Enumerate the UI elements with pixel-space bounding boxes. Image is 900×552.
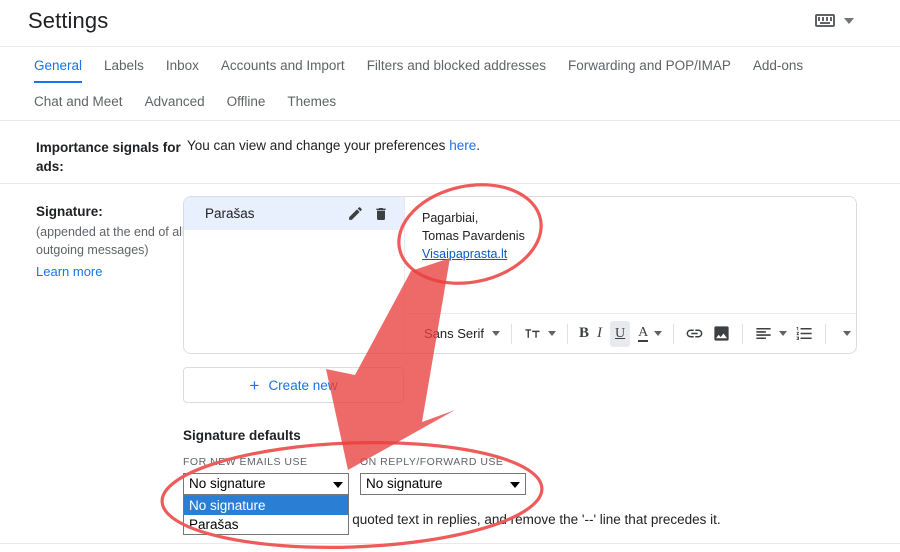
signature-defaults-title: Signature defaults <box>183 428 301 443</box>
chevron-down-icon <box>654 331 663 336</box>
chevron-down-icon[interactable] <box>844 17 854 24</box>
tab-add-ons[interactable]: Add-ons <box>753 47 803 83</box>
list-button[interactable] <box>791 320 818 348</box>
font-size-icon <box>525 329 540 338</box>
tab-forwarding-and-pop-imap[interactable]: Forwarding and POP/IMAP <box>568 47 731 83</box>
signature-format-toolbar: Sans Serif B I U A <box>406 313 856 353</box>
chevron-down-icon <box>547 331 556 336</box>
importance-signals-text-after: . <box>476 138 480 153</box>
importance-signals-text-before: You can view and change your preferences <box>187 138 450 153</box>
underline-icon: U <box>615 325 626 341</box>
insert-link-button[interactable] <box>681 320 708 348</box>
new-emails-signature-dropdown-list[interactable]: No signature Parašas <box>183 495 349 535</box>
signature-label-block: Signature: (appended at the end of all o… <box>36 202 186 279</box>
settings-tabbar-secondary: Chat and Meet Advanced Offline Themes <box>0 83 900 120</box>
align-left-icon <box>756 327 771 340</box>
signature-content-text[interactable]: Pagarbiai, Tomas Pavardenis Visaipaprast… <box>422 209 525 263</box>
keyboard-shortcuts-control[interactable] <box>815 14 854 27</box>
toolbar-separator <box>825 323 827 344</box>
importance-signals-row: Importance signals for ads: You can view… <box>0 120 900 183</box>
signature-defaults-new-emails-group: FOR NEW EMAILS USE No signature <box>183 456 349 495</box>
bottom-divider <box>0 543 900 544</box>
link-icon <box>686 329 703 338</box>
page-title: Settings <box>28 8 109 33</box>
bold-icon: B <box>578 325 589 341</box>
signature-learn-more-link[interactable]: Learn more <box>36 264 186 279</box>
font-family-label: Sans Serif <box>424 326 484 341</box>
signature-list: Parašas <box>184 197 405 353</box>
font-family-selector[interactable]: Sans Serif <box>420 320 504 348</box>
dropdown-option-no-signature[interactable]: No signature <box>184 496 348 515</box>
signature-item-name: Parašas <box>205 206 255 221</box>
signature-editor-body[interactable]: Pagarbiai, Tomas Pavardenis Visaipaprast… <box>406 197 856 353</box>
plus-icon: + <box>249 375 260 395</box>
signature-defaults-reply-group: ON REPLY/FORWARD USE No signature <box>360 456 526 495</box>
tab-accounts-and-import[interactable]: Accounts and Import <box>221 47 345 83</box>
signature-website-link[interactable]: Visaipaprasta.lt <box>422 247 507 261</box>
importance-signals-label-text: Importance signals for ads: <box>36 140 181 174</box>
create-new-label: Create new <box>268 377 338 393</box>
toolbar-separator <box>566 323 568 344</box>
signature-placement-note: e quoted text in replies, and remove the… <box>341 512 721 527</box>
signature-line-1: Pagarbiai, <box>422 211 479 225</box>
toolbar-separator <box>510 323 512 344</box>
dropdown-option-parasas[interactable]: Parašas <box>184 515 348 534</box>
importance-signals-here-link[interactable]: here <box>449 138 476 153</box>
new-emails-signature-select[interactable]: No signature <box>183 473 349 495</box>
tab-chat-and-meet[interactable]: Chat and Meet <box>34 83 123 120</box>
align-button[interactable] <box>750 320 791 348</box>
chevron-down-icon <box>843 331 852 336</box>
reply-forward-caption: ON REPLY/FORWARD USE <box>360 456 504 468</box>
text-color-icon: A <box>638 324 649 342</box>
italic-icon: I <box>597 325 602 341</box>
tab-themes[interactable]: Themes <box>287 83 336 120</box>
toolbar-separator <box>673 323 675 344</box>
signature-line-2: Tomas Pavardenis <box>422 229 525 243</box>
chevron-down-icon <box>491 331 500 336</box>
signature-list-item[interactable]: Parašas <box>184 197 404 230</box>
tab-inbox[interactable]: Inbox <box>166 47 199 83</box>
settings-page: Settings General Labels Inbox Accounts a… <box>0 0 900 552</box>
tab-offline[interactable]: Offline <box>227 83 266 120</box>
insert-image-button[interactable] <box>708 320 735 348</box>
reply-forward-signature-select[interactable]: No signature <box>360 473 526 495</box>
keyboard-icon[interactable] <box>815 14 835 27</box>
chevron-down-icon <box>779 331 788 336</box>
new-emails-caption: FOR NEW EMAILS USE <box>183 456 308 468</box>
trash-icon[interactable] <box>370 203 392 225</box>
page-header: Settings <box>0 0 900 46</box>
settings-tabbar-primary: General Labels Inbox Accounts and Import… <box>0 46 900 83</box>
signature-label-title: Signature: <box>36 204 103 219</box>
tab-general[interactable]: General <box>34 47 83 83</box>
toolbar-separator <box>742 323 744 344</box>
tab-labels[interactable]: Labels <box>104 47 144 83</box>
underline-button[interactable]: U <box>606 320 634 348</box>
importance-signals-label: Importance signals for ads: <box>36 138 184 176</box>
tab-advanced[interactable]: Advanced <box>145 83 205 120</box>
italic-button[interactable]: I <box>593 320 606 348</box>
font-size-selector[interactable] <box>519 320 560 348</box>
text-color-button[interactable]: A <box>634 320 666 348</box>
signature-editor-card: Parašas Pagarbiai, Tomas Pavardenis Visa… <box>183 196 857 354</box>
signature-label-note: (appended at the end of all outgoing mes… <box>36 225 185 257</box>
bold-button[interactable]: B <box>575 320 593 348</box>
importance-signals-text: You can view and change your preferences… <box>187 138 480 153</box>
pencil-icon[interactable] <box>344 203 366 225</box>
create-new-signature-button[interactable]: + Create new <box>183 367 404 403</box>
tab-filters-and-blocked-addresses[interactable]: Filters and blocked addresses <box>367 47 546 83</box>
numbered-list-icon <box>796 327 812 340</box>
more-options-button[interactable] <box>833 320 855 348</box>
image-icon <box>714 326 729 341</box>
